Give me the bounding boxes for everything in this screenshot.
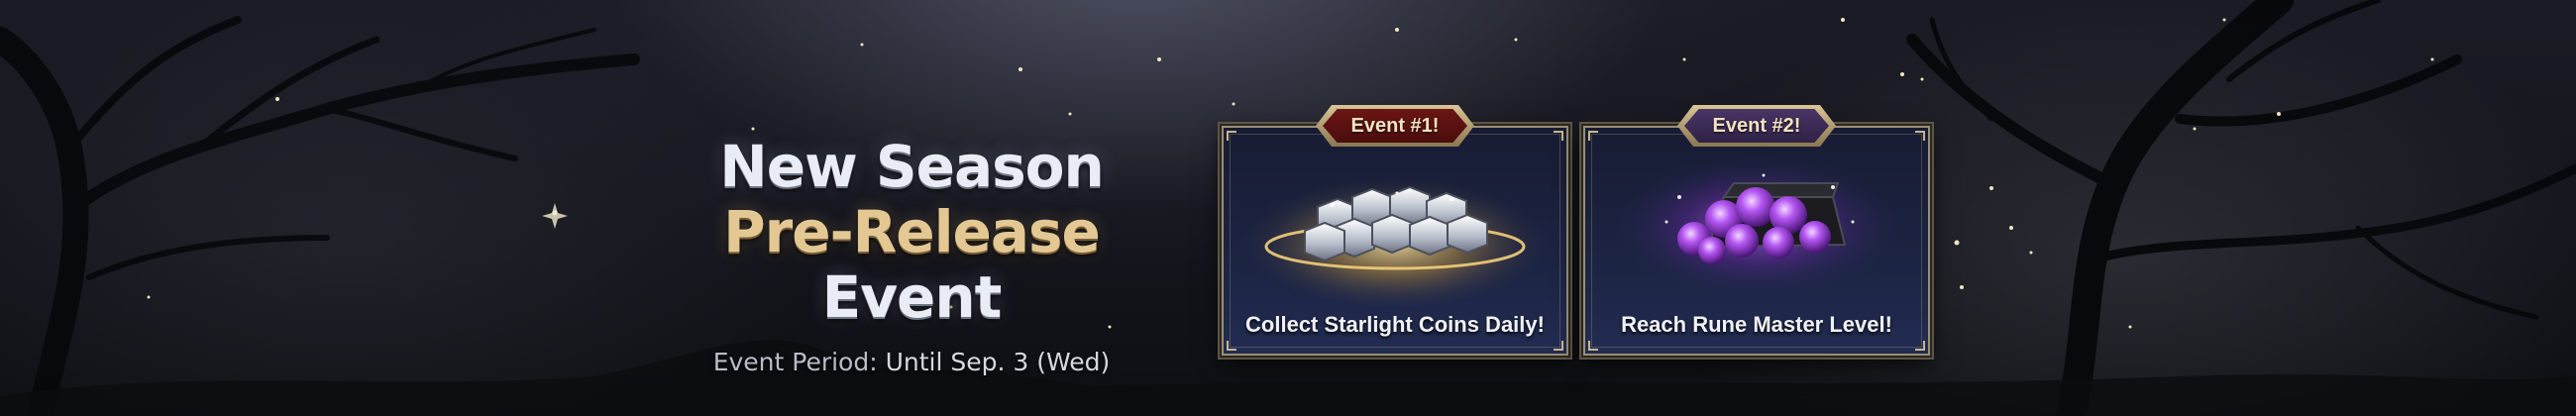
event-card-1[interactable]: Collect Starlight Coins Daily!: [1222, 126, 1568, 356]
corner-ornament-icon: [1915, 341, 1925, 351]
corner-ornament-icon: [1554, 341, 1563, 351]
title-gold-text: Pre-Release: [723, 198, 1101, 265]
corner-ornament-icon: [1227, 341, 1236, 351]
title-block: New Season Pre-Release Event Event Perio…: [634, 134, 1189, 376]
event-1-tag: Event #1!: [1323, 109, 1467, 143]
corner-ornament-icon: [1588, 341, 1598, 351]
event-card-2[interactable]: Reach Rune Master Level!: [1583, 126, 1930, 356]
left-tree-icon: [0, 16, 640, 416]
glint-icon: [542, 203, 568, 229]
right-tree-icon: [1906, 0, 2576, 416]
title-line-1: New Season: [719, 133, 1105, 200]
event-1-caption: Collect Starlight Coins Daily!: [1245, 312, 1545, 337]
event-banner: New Season Pre-Release Event Event Perio…: [0, 0, 2576, 416]
corner-ornament-icon: [1588, 131, 1598, 141]
corner-ornament-icon: [1227, 131, 1236, 141]
corner-ornament-icon: [1915, 131, 1925, 141]
event-2-tag: Event #2!: [1684, 109, 1829, 143]
event-period-label: Event Period:: [712, 348, 878, 376]
title-silver-text: Event: [821, 263, 1003, 331]
event-2-caption: Reach Rune Master Level!: [1621, 312, 1892, 337]
event-period-value: Until Sep. 3 (Wed): [885, 348, 1111, 376]
corner-ornament-icon: [1554, 131, 1563, 141]
event-period: Event Period: Until Sep. 3 (Wed): [634, 348, 1189, 376]
title-line-2: Pre-Release Event: [634, 199, 1189, 330]
